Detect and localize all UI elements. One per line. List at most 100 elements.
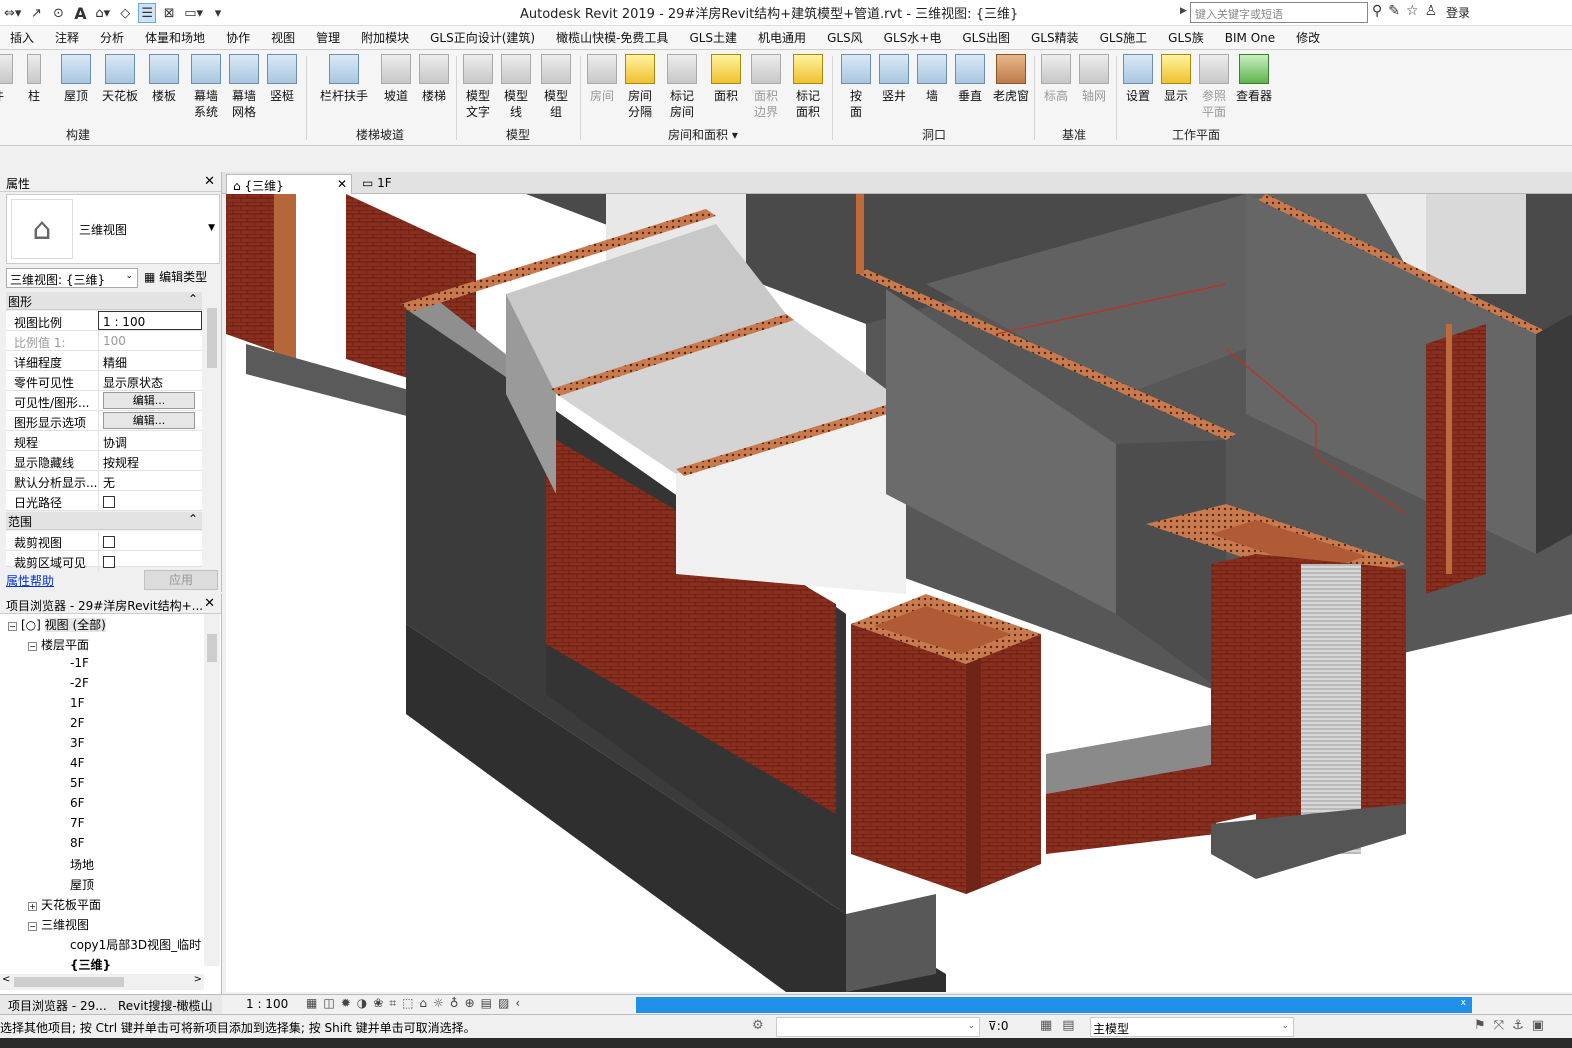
thin-lines-icon[interactable]: ☰ xyxy=(138,3,157,23)
view-scale-input[interactable]: 1 : 100 xyxy=(98,311,202,330)
prop-row[interactable]: 零件可见性 显示原状态 xyxy=(6,371,202,391)
editable-only-icon[interactable]: ▦ xyxy=(1040,1018,1052,1033)
component-button[interactable]: 件 xyxy=(0,54,16,104)
tag-area-button[interactable]: 标记 面积 xyxy=(790,54,826,120)
crop-region-icon[interactable]: ⬚ xyxy=(402,996,413,1011)
tree-item-level[interactable]: 屋顶 xyxy=(70,876,94,893)
text-icon[interactable]: A xyxy=(71,3,89,23)
tree-item-level[interactable]: 场地 xyxy=(70,856,94,873)
filter-count[interactable]: ⊽:0 xyxy=(988,1019,1008,1033)
tab-modify[interactable]: 修改 xyxy=(1296,29,1320,46)
close-icon[interactable]: ✕ xyxy=(337,177,347,191)
type-selector[interactable]: ⌂ 三维视图 ▼ xyxy=(6,194,220,264)
ref-plane-button[interactable]: 参照 平面 xyxy=(1196,54,1232,120)
group-room-area-label[interactable]: 房间和面积 ▾ xyxy=(668,126,738,143)
collapse-icon[interactable]: − xyxy=(8,622,17,631)
collapse-icon[interactable]: ⌃ xyxy=(188,512,198,526)
room-separator-button[interactable]: 房间 分隔 xyxy=(622,54,658,120)
apply-button[interactable]: 应用 xyxy=(144,570,218,590)
properties-help-link[interactable]: 属性帮助 xyxy=(6,572,54,589)
sun-path-checkbox[interactable] xyxy=(103,496,115,508)
ramp-button[interactable]: 坡道 xyxy=(378,54,414,104)
measure-icon[interactable]: ⇔▾ xyxy=(2,3,23,23)
favorites-star-icon[interactable]: ☆ xyxy=(1406,3,1419,19)
expand-icon[interactable]: + xyxy=(28,902,37,911)
user-icon[interactable]: ♙ xyxy=(1425,3,1438,19)
detail-level-icon[interactable]: ▦ xyxy=(306,996,317,1011)
tab-olive-mountain[interactable]: 橄榄山快模-免费工具 xyxy=(556,29,668,46)
tab-revit-search[interactable]: Revit搜搜-橄榄山 xyxy=(118,997,213,1014)
tree-item-3d-view[interactable]: copy1局部3D视图_临时 xyxy=(70,936,201,953)
tree-item-3d-view-active[interactable]: {三维} xyxy=(70,956,111,973)
shaft-button[interactable]: 竖井 xyxy=(876,54,912,104)
tree-item-level[interactable]: 7F xyxy=(70,816,85,830)
select-underlay-icon[interactable]: ⤧ xyxy=(1494,1018,1504,1033)
wall-opening-button[interactable]: 墙 xyxy=(914,54,950,104)
3d-viewport[interactable] xyxy=(226,194,1572,992)
design-option-selector[interactable]: 主模型 ⌄ xyxy=(1090,1017,1294,1037)
section-extents[interactable]: 范围 ⌃ xyxy=(6,512,202,530)
reveal-hidden-icon[interactable]: ♁ xyxy=(450,996,459,1011)
select-links-icon[interactable]: ⚑ xyxy=(1474,1018,1486,1033)
analysis-icon[interactable]: ⊕ xyxy=(465,996,475,1011)
tag-icon[interactable]: ⊙ xyxy=(49,3,67,23)
crop-region-visible-checkbox[interactable] xyxy=(103,556,115,568)
scroll-right-icon[interactable]: > xyxy=(194,974,202,985)
prop-row[interactable]: 规程 协调 xyxy=(6,431,202,451)
collapse-icon[interactable]: − xyxy=(28,642,37,651)
tab-gls-civil[interactable]: GLS土建 xyxy=(689,29,737,46)
scroll-thumb[interactable] xyxy=(207,634,217,662)
area-boundary-button[interactable]: 面积 边界 xyxy=(748,54,784,120)
login-link[interactable]: 登录 xyxy=(1446,4,1470,21)
tree-item-level[interactable]: -1F xyxy=(70,656,89,670)
shadows-icon[interactable]: ◑ xyxy=(357,996,367,1011)
constraints-icon[interactable]: ▨ xyxy=(498,996,509,1011)
collapse-bar-icon[interactable]: ‹ xyxy=(515,996,520,1011)
tree-item-level[interactable]: 3F xyxy=(70,736,85,750)
communication-icon[interactable]: ✎ xyxy=(1388,3,1400,19)
close-icon[interactable]: ✕ xyxy=(204,596,215,611)
tree-item-level[interactable]: 1F xyxy=(70,696,85,710)
dormer-button[interactable]: 老虎窗 xyxy=(990,54,1032,104)
roof-button[interactable]: 屋顶 xyxy=(58,54,94,104)
tab-bim-one[interactable]: BIM One xyxy=(1225,31,1275,45)
tab-gls-interior[interactable]: GLS精装 xyxy=(1031,29,1079,46)
tree-floor-plans[interactable]: − 楼层平面 xyxy=(28,636,89,653)
prop-row[interactable]: 显示隐藏线 按规程 xyxy=(6,451,202,471)
crop-view-checkbox[interactable] xyxy=(103,536,115,548)
tab-gls-hvac[interactable]: GLS风 xyxy=(827,29,863,46)
visual-style-icon[interactable]: ◫ xyxy=(323,996,334,1011)
worksets-icon[interactable]: ⚙ xyxy=(752,1018,764,1033)
tree-3d-views[interactable]: − 三维视图 xyxy=(28,916,89,933)
close-hidden-icon[interactable]: ⊠ xyxy=(160,3,178,23)
tab-mep[interactable]: 机电通用 xyxy=(758,29,806,46)
search-expand-icon[interactable]: ▶ xyxy=(1180,6,1187,16)
section-icon[interactable]: ◇ xyxy=(116,3,134,23)
browser-hscrollbar[interactable]: < > xyxy=(0,974,204,990)
render-icon[interactable]: ❀ xyxy=(373,996,383,1011)
tab-1f-plan[interactable]: ▭ 1F xyxy=(356,174,398,194)
tree-views-all[interactable]: − [○] 视图 (全部) xyxy=(8,616,106,633)
tab-manage[interactable]: 管理 xyxy=(316,29,340,46)
chevron-down-icon[interactable]: ▼ xyxy=(208,223,215,233)
tree-ceiling-plans[interactable]: + 天花板平面 xyxy=(28,896,101,913)
search-input[interactable]: 键入关键字或短语 xyxy=(1190,2,1368,23)
viewer-button[interactable]: 查看器 xyxy=(1232,54,1276,104)
unlock-3d-icon[interactable]: ⌂ xyxy=(419,996,427,1011)
mullion-button[interactable]: 竖梃 xyxy=(264,54,300,104)
scroll-thumb[interactable] xyxy=(207,308,217,368)
select-by-face-icon[interactable]: ▣ xyxy=(1532,1018,1544,1033)
tab-insert[interactable]: 插入 xyxy=(10,29,34,46)
tree-item-level[interactable]: 8F xyxy=(70,836,85,850)
highlight-displacement-icon[interactable]: ▤ xyxy=(481,996,492,1011)
tab-gls-family[interactable]: GLS族 xyxy=(1168,29,1204,46)
align-icon[interactable]: ↗ xyxy=(27,3,45,23)
curtain-grid-button[interactable]: 幕墙 网格 xyxy=(226,54,262,120)
model-group-button[interactable]: 模型组 xyxy=(538,54,574,120)
tag-room-button[interactable]: 标记 房间 xyxy=(664,54,700,120)
browser-scrollbar[interactable] xyxy=(204,614,220,966)
level-button[interactable]: 标高 xyxy=(1038,54,1074,104)
section-graphics[interactable]: 图形 ⌃ xyxy=(6,292,202,310)
show-workplane-button[interactable]: 显示 xyxy=(1158,54,1194,104)
floor-button[interactable]: 楼板 xyxy=(146,54,182,104)
